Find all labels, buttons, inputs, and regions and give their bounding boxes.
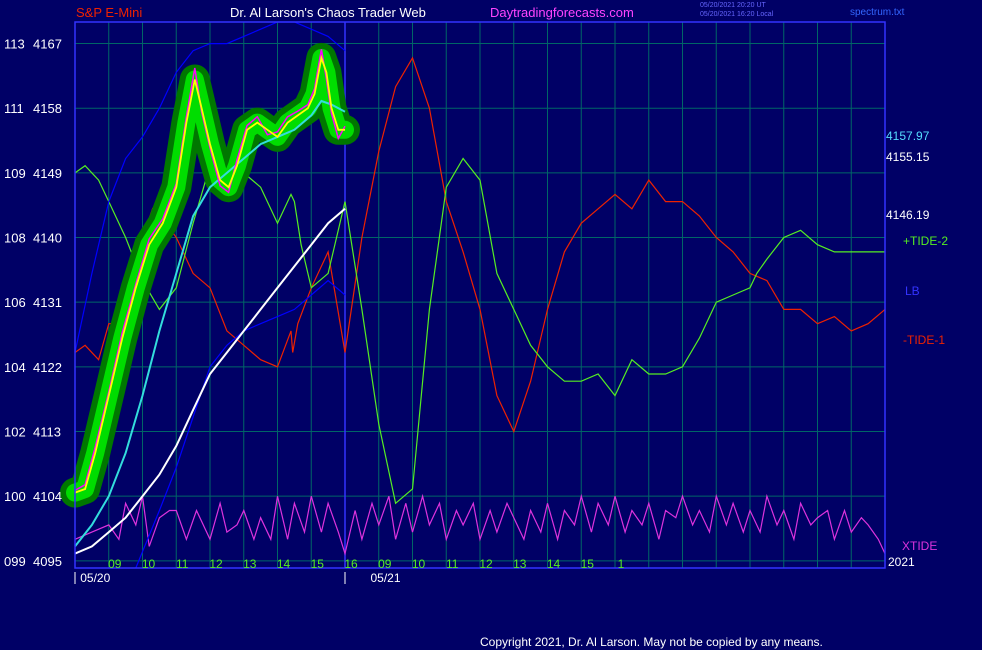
x-hour-label: 15 — [311, 557, 325, 571]
x-date-label: 05/20 — [80, 571, 110, 585]
x-hour-label: 1 — [618, 557, 625, 571]
y-wave-label: 102 — [4, 425, 26, 440]
y-price-label: 4158 — [33, 101, 62, 116]
spectrum-file: spectrum.txt — [850, 7, 905, 18]
y-price-label: 4104 — [33, 489, 62, 504]
chart-canvas: 113 4167111 4158109 4149108 4140106 4131104 41… — [0, 0, 982, 650]
y-price-label: 4140 — [33, 231, 62, 246]
timestamp-local: 05/20/2021 16:20 Local — [700, 11, 774, 18]
site-title: Dr. Al Larson's Chaos Trader Web — [230, 5, 426, 20]
series-label: +TIDE-2 — [903, 234, 948, 248]
y-price-label: 4122 — [33, 360, 62, 375]
x-hour-label: 11 — [446, 557, 459, 571]
x-hour-label: 14 — [277, 557, 291, 571]
x-hour-label: 12 — [209, 557, 223, 571]
x-date-label: 05/21 — [370, 571, 400, 585]
y-wave-label: 104 — [4, 360, 26, 375]
y-wave-label: 106 — [4, 295, 26, 310]
y-wave-label: 100 — [4, 489, 26, 504]
series-label: -TIDE-1 — [903, 333, 945, 347]
x-hour-label: 11 — [176, 557, 189, 571]
right-price-label: 4155.15 — [886, 150, 930, 164]
x-hour-label: 16 — [344, 557, 358, 571]
x-hour-label: 15 — [581, 557, 595, 571]
y-wave-label: 109 — [4, 166, 26, 181]
y-price-label: 4167 — [33, 37, 62, 52]
x-hour-label: 13 — [243, 557, 257, 571]
x-hour-label: 12 — [479, 557, 493, 571]
x-hour-label: 09 — [108, 557, 122, 571]
y-price-label: 4113 — [33, 425, 61, 440]
x-hour-label: 10 — [412, 557, 426, 571]
x-hour-label: 09 — [378, 557, 392, 571]
instrument-title: S&P E-Mini — [76, 5, 142, 20]
y-wave-label: 108 — [4, 231, 26, 246]
y-price-label: 4149 — [33, 166, 62, 181]
x-hour-label: 13 — [513, 557, 527, 571]
x-hour-label: 10 — [142, 557, 156, 571]
background — [0, 0, 982, 650]
timestamp-ut: 05/20/2021 20:20 UT — [700, 2, 766, 9]
y-wave-label: 113 — [4, 37, 25, 52]
right-price-label: 4146.19 — [886, 208, 930, 222]
copyright: Copyright 2021, Dr. Al Larson. May not b… — [480, 635, 823, 649]
x-hour-label: 14 — [547, 557, 561, 571]
y-wave-label: 099 — [4, 554, 26, 569]
series-label: XTIDE — [902, 539, 937, 553]
y-wave-label: 111 — [4, 101, 24, 116]
y-price-label: 4095 — [33, 554, 62, 569]
y-price-label: 4131 — [33, 295, 62, 310]
right-price-label: 4157.97 — [886, 129, 930, 143]
site-url[interactable]: Daytradingforecasts.com — [490, 5, 634, 20]
series-label: LB — [905, 284, 920, 298]
x-year-label: 2021 — [888, 555, 915, 569]
